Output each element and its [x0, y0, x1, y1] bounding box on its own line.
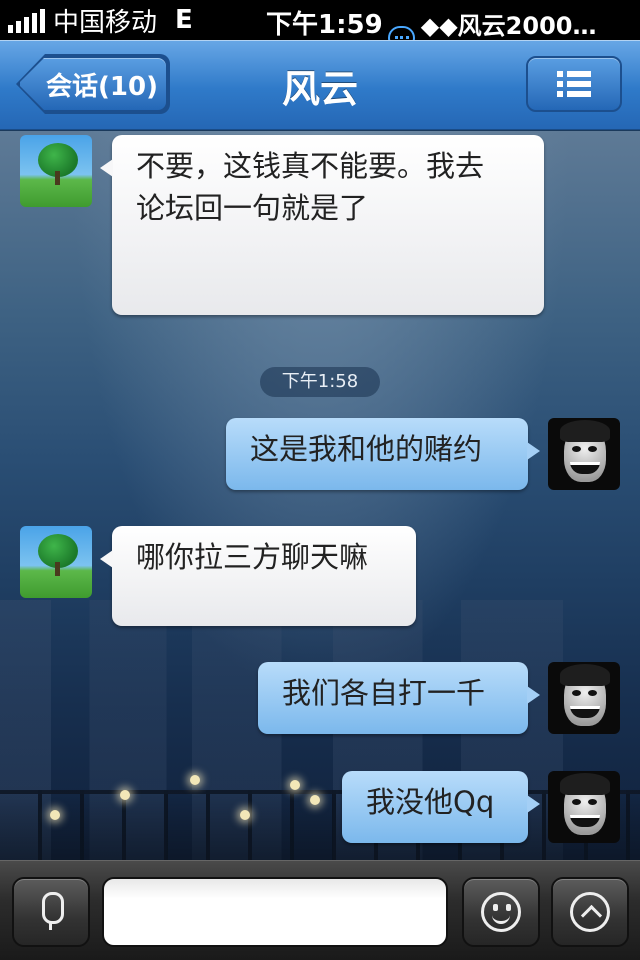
background-railing — [0, 790, 640, 860]
my-avatar[interactable] — [548, 662, 620, 734]
my-avatar[interactable] — [548, 771, 620, 843]
contact-avatar[interactable] — [20, 526, 92, 598]
chat-area[interactable]: 不要，这钱真不能要。我去 论坛回一句就是了 下午1:58 这是我和他的赌约 哪你… — [0, 131, 640, 860]
signal-strength-icon — [8, 7, 45, 33]
message-bubble-outgoing[interactable]: 我没他Qq — [342, 771, 540, 843]
message-text: 这是我和他的赌约 — [250, 432, 483, 466]
my-avatar[interactable] — [548, 418, 620, 490]
chevron-up-icon — [570, 892, 610, 932]
back-button[interactable]: 会话(10) — [18, 56, 168, 112]
contact-avatar[interactable] — [20, 135, 92, 207]
status-time: 下午1:59 — [266, 10, 383, 40]
list-icon — [557, 71, 591, 97]
message-text: 论坛回一句就是了 — [136, 191, 369, 225]
menu-button[interactable] — [526, 56, 622, 112]
message-text: 我没他Qq — [366, 785, 495, 819]
message-text: 哪你拉三方聊天嘛 — [136, 540, 369, 574]
nav-bar: 会话(10) 风云 — [0, 40, 640, 130]
message-text: 不要，这钱真不能要。我去 — [136, 149, 485, 183]
message-text: 我们各自打一千 — [282, 676, 486, 710]
more-button[interactable] — [551, 877, 629, 947]
network-type: E — [175, 5, 193, 35]
message-input[interactable] — [102, 877, 448, 947]
input-bar — [0, 860, 640, 960]
message-timestamp: 下午1:58 — [260, 367, 380, 397]
voice-button[interactable] — [12, 877, 90, 947]
message-bubble-incoming[interactable]: 哪你拉三方聊天嘛 — [100, 526, 416, 626]
message-bubble-outgoing[interactable]: 这是我和他的赌约 — [226, 418, 540, 490]
message-bubble-outgoing[interactable]: 我们各自打一千 — [258, 662, 540, 734]
emoji-button[interactable] — [462, 877, 540, 947]
status-bar: 中国移动 E 下午1:59 ◆◆风云2000…(10) — [0, 0, 640, 69]
message-bubble-incoming[interactable]: 不要，这钱真不能要。我去 论坛回一句就是了 — [100, 135, 544, 315]
smiley-icon — [481, 892, 521, 932]
microphone-icon — [40, 892, 64, 932]
carrier-name: 中国移动 — [53, 7, 158, 38]
